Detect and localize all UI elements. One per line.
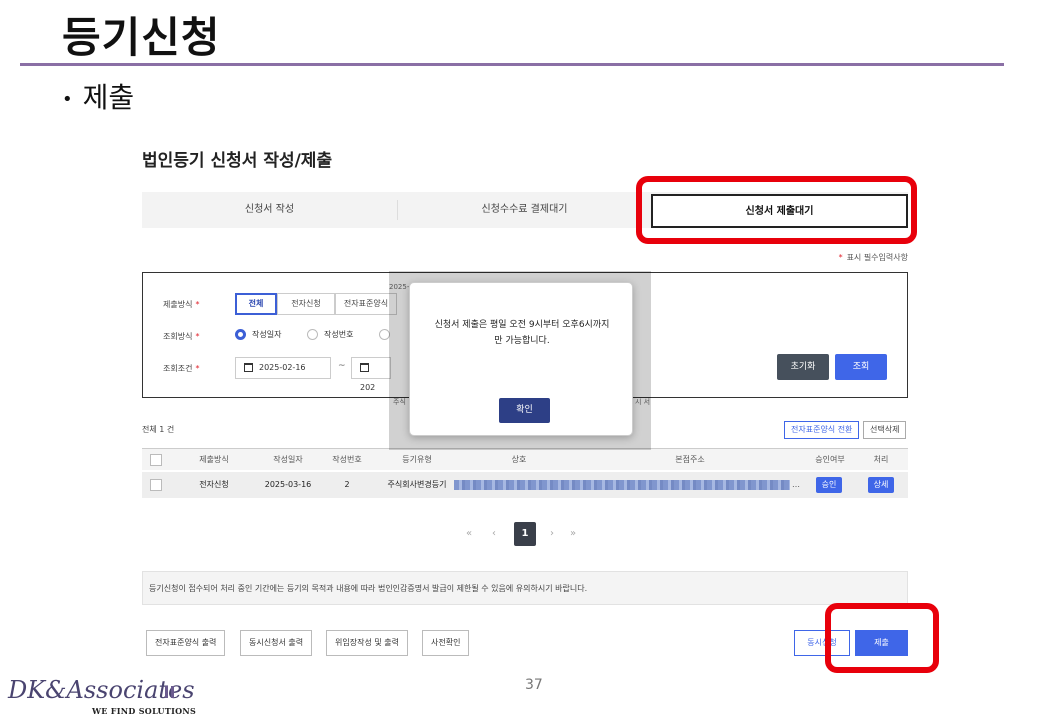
alert-dialog: 신청서 제출은 평일 오전 9시부터 오후6시까지 만 가능합니다. 확인 (409, 282, 633, 436)
cell-type: 주식회사변경등기 (387, 480, 447, 489)
convert-standard-form-button[interactable]: 전자표준양식 전환 (784, 421, 860, 439)
header-approval: 승인여부 (815, 455, 845, 464)
highlight-submission-tab (636, 176, 917, 244)
select-all-checkbox[interactable] (150, 454, 162, 466)
slide-title: 등기신청 (62, 13, 221, 62)
date-to-value: 202 (360, 383, 376, 392)
submit-method-label-text: 제출방식 (163, 300, 193, 309)
print-standard-form-button[interactable]: 전자표준양식 출력 (146, 630, 226, 656)
radio-by-number[interactable]: 작성번호 (307, 329, 353, 340)
calendar-icon (360, 363, 369, 372)
required-star: * (195, 332, 200, 341)
header-number: 작성번호 (332, 455, 362, 464)
header-address: 본점주소 (675, 455, 705, 464)
submit-method-label: 제출방식 * (163, 299, 199, 310)
required-star: * (195, 364, 200, 373)
page-title: 법인등기 신청서 작성/제출 (142, 151, 333, 171)
current-page[interactable]: 1 (514, 522, 536, 546)
pre-check-button[interactable]: 사전확인 (422, 630, 470, 656)
slide-bullet: • 제출 (62, 76, 134, 116)
alert-message-line1: 신청서 제출은 평일 오전 9시부터 오후6시까지 (434, 320, 610, 330)
alert-message-line2: 만 가능합니다. (494, 336, 550, 346)
power-of-attorney-button[interactable]: 위임장작성 및 출력 (326, 630, 408, 656)
ghost-row-text: 주식 (393, 398, 406, 406)
redacted-company-address (454, 480, 790, 490)
header-date: 작성일자 (273, 455, 303, 464)
table-header: 제출방식 작성일자 작성번호 등기유형 상호 본점주소 승인여부 처리 (142, 448, 908, 470)
page-number: 37 (525, 677, 543, 693)
next-page-button[interactable]: › (550, 522, 554, 546)
radio-circle (307, 329, 318, 340)
search-method-label-text: 조회방식 (163, 332, 193, 341)
ghost-row-text-right: 시 서 (635, 398, 651, 406)
reset-button[interactable]: 초기화 (777, 354, 829, 380)
tab-fee-payment-pending[interactable]: 신청수수료 결제대기 (397, 192, 652, 228)
logo-bars-icon (165, 683, 185, 698)
last-page-button[interactable]: » (570, 522, 576, 546)
row-checkbox[interactable] (150, 479, 162, 491)
radio-circle (235, 329, 246, 340)
submit-method-all[interactable]: 전체 (235, 293, 277, 315)
highlight-submit-button (825, 603, 939, 673)
cell-number: 2 (344, 480, 350, 489)
search-button[interactable]: 조회 (835, 354, 887, 380)
alert-ok-button[interactable]: 확인 (499, 398, 550, 423)
cell-submit-method: 전자신청 (199, 480, 229, 489)
condition-label-text: 조회조건 (163, 364, 193, 373)
bullet-text: 제출 (82, 81, 135, 114)
first-page-button[interactable]: « (466, 522, 472, 546)
title-divider (20, 63, 1004, 66)
approve-button[interactable]: 승인 (816, 477, 842, 493)
header-company-name: 상호 (511, 455, 527, 464)
notice-banner: 등기신청이 접수되어 처리 중인 기간에는 등기의 목적과 내용에 따라 법인인… (142, 571, 908, 605)
alert-message: 신청서 제출은 평일 오전 9시부터 오후6시까지 만 가능합니다. (420, 317, 624, 349)
delete-selected-button[interactable]: 선택삭제 (863, 421, 907, 439)
header-submit-method: 제출방식 (199, 455, 229, 464)
radio-by-number-label: 작성번호 (324, 330, 354, 339)
cell-date: 2025-03-16 (264, 480, 312, 489)
calendar-icon (244, 363, 253, 372)
cell-ellipsis: … (792, 480, 800, 489)
tab-application-write[interactable]: 신청서 작성 (142, 192, 397, 228)
date-from-value: 2025-02-16 (259, 363, 306, 372)
total-count: 전체 1 건 (142, 425, 175, 434)
required-star: * (838, 253, 843, 262)
header-action: 처리 (873, 455, 889, 464)
required-note-text: 표시 필수입력사항 (846, 253, 908, 262)
prev-page-button[interactable]: ‹ (492, 522, 496, 546)
bullet-dot: • (62, 88, 73, 110)
pagination: « ‹ 1 › » (462, 522, 592, 546)
date-to-field[interactable]: 202 (351, 357, 391, 392)
print-simultaneous-button[interactable]: 동시신청서 출력 (240, 630, 313, 656)
detail-button[interactable]: 상세 (868, 477, 894, 493)
radio-by-date-label: 작성일자 (252, 330, 282, 339)
submit-method-electronic[interactable]: 전자신청 (277, 293, 335, 315)
date-from-field[interactable]: 2025-02-16 (235, 357, 331, 379)
table-row: 전자신청 2025-03-16 2 주식회사변경등기 … 승인 상세 (142, 472, 908, 498)
submit-method-standard-form[interactable]: 전자표준양식 (335, 293, 397, 315)
condition-label: 조회조건 * (163, 363, 199, 374)
required-note: * 표시 필수입력사항 (839, 252, 908, 263)
header-type: 등기유형 (402, 455, 432, 464)
radio-by-date[interactable]: 작성일자 (235, 329, 281, 340)
logo-tagline: WE FIND SOLUTIONS (92, 706, 197, 716)
search-method-label: 조회방식 * (163, 331, 199, 342)
required-star: * (195, 300, 200, 309)
date-range-separator: ~ (338, 361, 346, 371)
